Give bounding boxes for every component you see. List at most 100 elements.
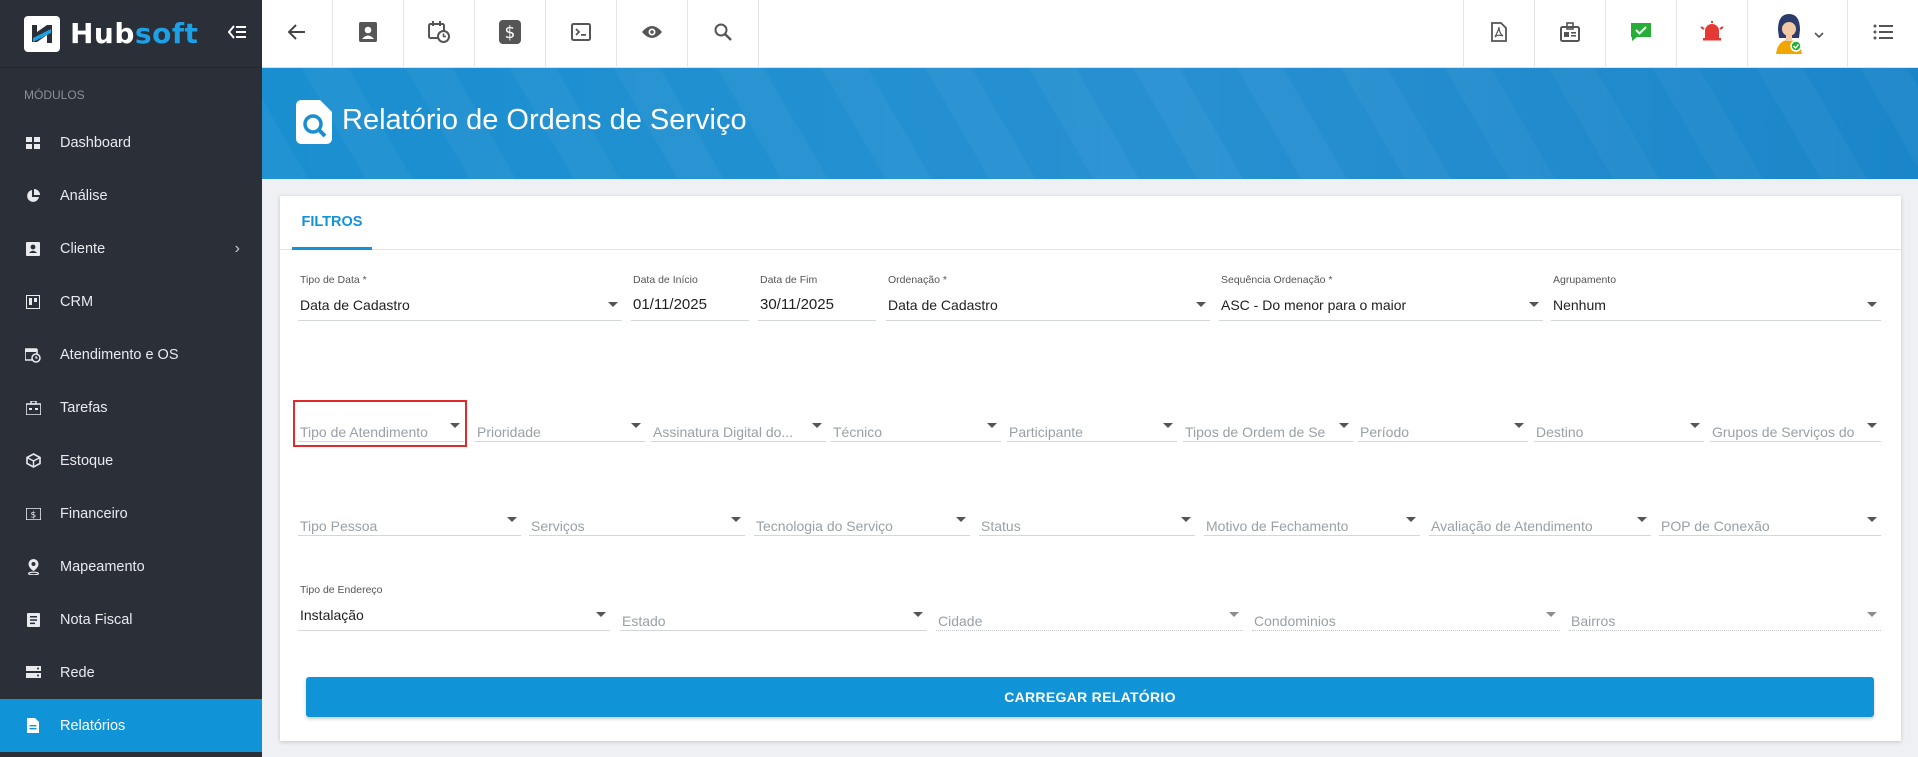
contacts-button[interactable] <box>333 0 404 68</box>
ordenacao-select[interactable]: Ordenação * Data de Cadastro <box>886 274 1210 321</box>
caret-down-icon <box>1690 423 1700 428</box>
sidebar-item-label: Tarefas <box>60 399 108 416</box>
pie-chart-icon <box>24 187 42 205</box>
grupos-servicos-select[interactable]: Grupos de Serviços do <box>1710 400 1881 442</box>
data-fim-field[interactable]: Data de Fim 30/11/2025 <box>758 274 876 321</box>
sidebar-item-rede[interactable]: Rede <box>0 646 262 699</box>
caret-down-icon <box>1163 423 1173 428</box>
pop-conexao-select[interactable]: POP de Conexão <box>1659 494 1881 536</box>
periodo-select[interactable]: Período <box>1358 400 1528 442</box>
sidebar-item-label: Estoque <box>60 452 114 469</box>
caret-down-icon <box>913 612 923 617</box>
tipo-data-select[interactable]: Tipo de Data * Data de Cadastro <box>298 274 622 321</box>
alerts-button[interactable] <box>1676 0 1747 68</box>
sidebar-item-nota-fiscal[interactable]: Nota Fiscal <box>0 593 262 646</box>
caret-down-icon <box>450 423 460 428</box>
tipos-ordem-servico-select[interactable]: Tipos de Ordem de Se <box>1183 400 1353 442</box>
search-button[interactable] <box>688 0 759 68</box>
report-icon <box>24 717 42 735</box>
svg-text:$: $ <box>30 510 36 520</box>
terminal-icon <box>571 22 591 46</box>
collapse-menu-icon[interactable] <box>227 23 246 44</box>
avaliacao-atendimento-select[interactable]: Avaliação de Atendimento <box>1429 494 1651 536</box>
caret-down-icon <box>1339 423 1349 428</box>
alarm-bell-icon <box>1700 20 1724 48</box>
sidebar-item-label: Mapeamento <box>60 558 145 575</box>
caret-down-icon <box>812 423 822 428</box>
view-button[interactable] <box>617 0 688 68</box>
document-list-icon <box>24 611 42 629</box>
logo-text: Hubsoft <box>70 17 199 50</box>
destino-select[interactable]: Destino <box>1534 400 1704 442</box>
servicos-select[interactable]: Serviços <box>529 494 745 536</box>
motivo-fechamento-select[interactable]: Motivo de Fechamento <box>1204 494 1420 536</box>
tipo-atendimento-select[interactable]: Tipo de Atendimento <box>298 400 464 442</box>
caret-down-icon <box>596 612 606 617</box>
condominios-select: Condominios <box>1252 589 1560 631</box>
pdf-file-icon <box>1491 21 1507 47</box>
finance-button[interactable]: $ <box>475 0 546 68</box>
box-icon <box>24 452 42 470</box>
schedule-button[interactable] <box>404 0 475 68</box>
map-pin-icon <box>24 558 42 576</box>
participante-select[interactable]: Participante <box>1007 400 1177 442</box>
sidebar-item-label: Nota Fiscal <box>60 611 133 628</box>
agrupamento-select[interactable]: Agrupamento Nenhum <box>1551 274 1881 321</box>
sidebar-item-label: Cliente <box>60 240 106 257</box>
hubsoft-logo-icon <box>24 15 60 52</box>
caret-down-icon <box>1867 423 1877 428</box>
sidebar-item-label: CRM <box>60 293 94 310</box>
estado-select[interactable]: Estado <box>620 589 927 631</box>
tecnico-select[interactable]: Técnico <box>831 400 1001 442</box>
tipo-pessoa-select[interactable]: Tipo Pessoa <box>298 494 521 536</box>
contact-card-icon <box>359 21 377 47</box>
dollar-icon: $ <box>499 19 521 49</box>
kanban-icon <box>24 293 42 311</box>
sidebar-item-label: Dashboard <box>60 134 131 151</box>
sidebar-item-relatorios[interactable]: Relatórios <box>0 699 262 752</box>
sidebar-item-atendimento[interactable]: Atendimento e OS <box>0 328 262 381</box>
tab-filtros[interactable]: FILTROS <box>292 196 372 250</box>
main-menu-button[interactable] <box>1847 0 1918 68</box>
sidebar-item-label: Rede <box>60 664 95 681</box>
sidebar-item-crm[interactable]: CRM <box>0 275 262 328</box>
sidebar-item-dashboard[interactable]: Dashboard <box>0 116 262 169</box>
sidebar-item-estoque[interactable]: Estoque <box>0 434 262 487</box>
check-message-icon <box>1630 22 1652 47</box>
chevron-right-icon: › <box>234 239 240 257</box>
sidebar-item-mapeamento[interactable]: Mapeamento <box>0 540 262 593</box>
terminal-button[interactable] <box>546 0 617 68</box>
pdf-button[interactable] <box>1463 0 1534 68</box>
tipo-endereco-select[interactable]: Tipo de Endereço Instalação <box>298 584 610 631</box>
assinatura-digital-select[interactable]: Assinatura Digital do... <box>651 400 826 442</box>
caret-down-icon <box>1181 517 1191 522</box>
data-inicio-field[interactable]: Data de Início 01/11/2025 <box>631 274 749 321</box>
sidebar-item-analise[interactable]: Análise <box>0 169 262 222</box>
status-select[interactable]: Status <box>979 494 1195 536</box>
svg-text:$: $ <box>505 23 516 43</box>
load-report-button[interactable]: CARREGAR RELATÓRIO <box>306 677 1874 717</box>
approved-messages-button[interactable] <box>1605 0 1676 68</box>
tab-bar: FILTROS <box>280 196 1901 250</box>
briefcase-icon <box>24 399 42 417</box>
badge-button[interactable] <box>1534 0 1605 68</box>
user-menu-button[interactable] <box>1747 0 1847 68</box>
id-badge-icon <box>1560 21 1580 47</box>
bairros-select: Bairros <box>1569 589 1881 631</box>
chevron-down-icon <box>1813 25 1824 43</box>
prioridade-select[interactable]: Prioridade <box>475 400 645 442</box>
sidebar-item-financeiro[interactable]: $ Financeiro <box>0 487 262 540</box>
tecnologia-servico-select[interactable]: Tecnologia do Serviço <box>754 494 970 536</box>
cidade-select: Cidade <box>936 589 1243 631</box>
sidebar-item-tarefas[interactable]: Tarefas <box>0 381 262 434</box>
caret-down-icon <box>731 517 741 522</box>
page-title: Relatório de Ordens de Serviço <box>342 104 747 136</box>
money-icon: $ <box>24 505 42 523</box>
sequencia-ordenacao-select[interactable]: Sequência Ordenação * ASC - Do menor par… <box>1219 274 1543 321</box>
sidebar-item-cliente[interactable]: Cliente › <box>0 222 262 275</box>
caret-down-icon <box>1514 423 1524 428</box>
back-button[interactable] <box>262 0 333 68</box>
caret-down-icon <box>631 423 641 428</box>
caret-down-icon <box>956 517 966 522</box>
grid-icon <box>24 134 42 152</box>
